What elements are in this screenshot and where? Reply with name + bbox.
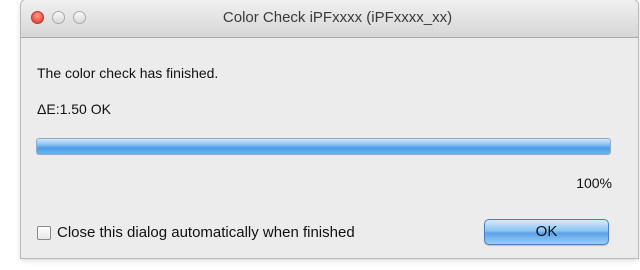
auto-close-option[interactable]: Close this dialog automatically when fin… bbox=[37, 224, 355, 241]
delta-e-result: ΔE:1.50 OK bbox=[37, 101, 111, 117]
progress-percent: 100% bbox=[576, 175, 612, 191]
status-message: The color check has finished. bbox=[37, 65, 219, 81]
progress-bar-fill bbox=[37, 139, 610, 154]
ok-button[interactable]: OK bbox=[484, 219, 609, 245]
auto-close-label: Close this dialog automatically when fin… bbox=[57, 224, 355, 241]
auto-close-checkbox[interactable] bbox=[37, 225, 51, 240]
progress-bar bbox=[36, 138, 611, 155]
title-bar: Color Check iPFxxxx (iPFxxxx_xx) bbox=[21, 0, 638, 38]
color-check-dialog: Color Check iPFxxxx (iPFxxxx_xx) The col… bbox=[21, 0, 638, 258]
window-title: Color Check iPFxxxx (iPFxxxx_xx) bbox=[222, 9, 453, 26]
